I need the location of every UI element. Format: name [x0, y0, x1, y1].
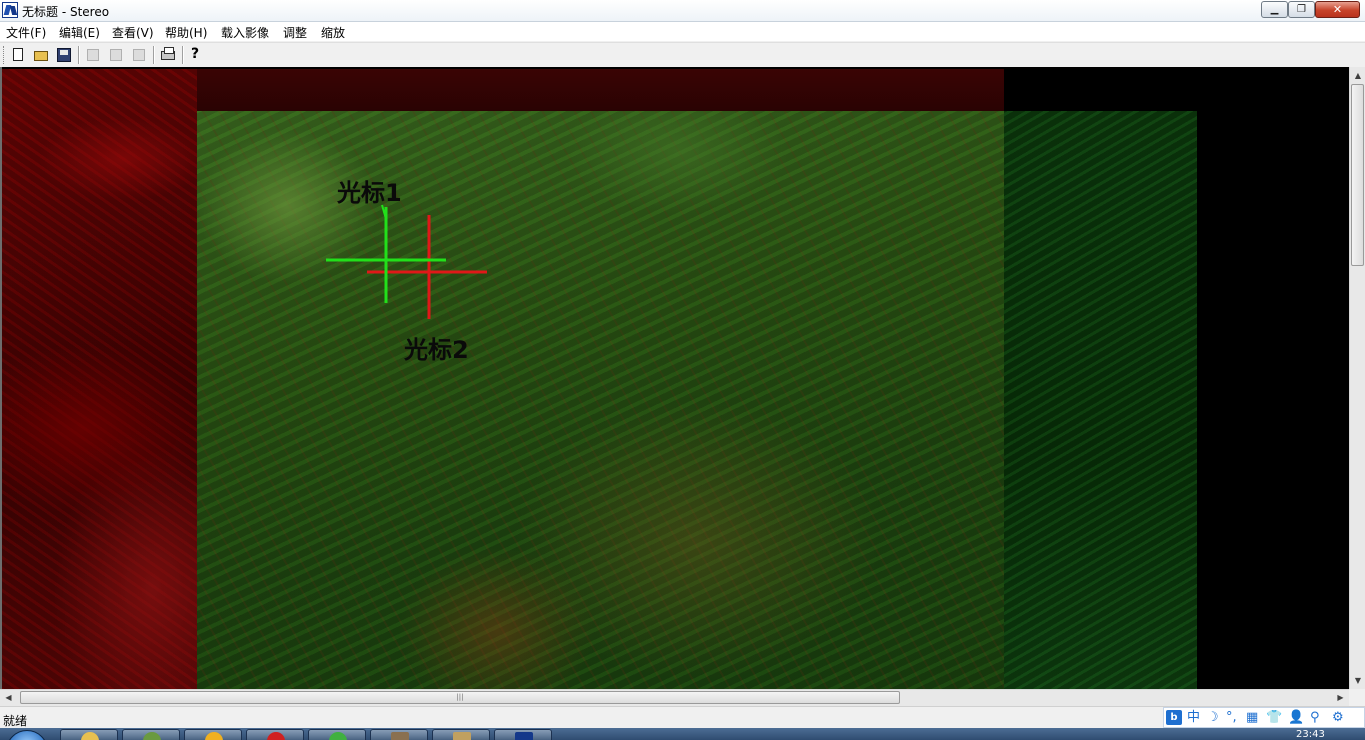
scissors-cut-icon — [87, 49, 99, 61]
save-button[interactable] — [55, 46, 73, 64]
vertical-scroll-thumb[interactable] — [1351, 84, 1364, 266]
maximize-button[interactable]: ❐ — [1288, 1, 1315, 18]
menu-help[interactable]: 帮助(H) — [165, 24, 207, 41]
print-button[interactable] — [159, 46, 177, 64]
scroll-up-arrow-icon[interactable]: ▲ — [1350, 67, 1365, 84]
taskbar-button-app3[interactable] — [184, 729, 242, 740]
toolbar-grip[interactable] — [3, 46, 6, 64]
toolbar-separator — [78, 46, 80, 64]
copy-icon — [110, 49, 122, 61]
printer-icon — [161, 47, 175, 60]
status-bar: 就绪 b 中 ☽ °, ▦ 👕 👤 ⚲ ⚙ — [0, 706, 1365, 728]
horizontal-scrollbar[interactable]: ◀ ||| ▶ — [0, 689, 1349, 706]
taskbar-button-app6[interactable] — [370, 729, 428, 740]
title-bar: 无标题 - Stereo ▁ ❐ ✕ — [0, 0, 1365, 22]
media-player-icon — [143, 732, 161, 740]
ime-logo-icon[interactable]: b — [1166, 710, 1182, 725]
menu-load-image[interactable]: 载入影像 — [221, 24, 269, 41]
open-button[interactable] — [32, 46, 50, 64]
stereo-view[interactable]: 光标1 光标2 — [0, 67, 1349, 689]
taskbar-button-stereo[interactable] — [494, 729, 552, 740]
ime-user-icon[interactable]: 👤 — [1288, 710, 1304, 726]
menu-view[interactable]: 查看(V) — [112, 24, 154, 41]
menu-file[interactable]: 文件(F) — [6, 24, 46, 41]
minimize-button[interactable]: ▁ — [1261, 1, 1288, 18]
start-orb-icon[interactable] — [6, 730, 48, 740]
toolbar-separator — [182, 46, 184, 64]
app-icon — [453, 732, 471, 740]
scroll-down-arrow-icon[interactable]: ▼ — [1350, 672, 1365, 689]
taskbar-button-app4[interactable] — [246, 729, 304, 740]
windows-taskbar: 23:43 — [0, 728, 1365, 740]
taskbar-clock[interactable]: 23:43 — [1296, 729, 1325, 740]
horizontal-scroll-thumb[interactable]: ||| — [20, 691, 900, 704]
menu-zoom[interactable]: 缩放 — [321, 24, 345, 41]
cut-button[interactable] — [84, 46, 102, 64]
scroll-right-arrow-icon[interactable]: ▶ — [1332, 690, 1349, 706]
close-button[interactable]: ✕ — [1315, 1, 1360, 18]
floppy-save-icon — [57, 48, 71, 62]
scroll-left-arrow-icon[interactable]: ◀ — [0, 690, 17, 706]
ime-search-icon[interactable]: ⚲ — [1310, 710, 1320, 726]
paste-button[interactable] — [130, 46, 148, 64]
ime-keyboard-icon[interactable]: ▦ — [1246, 710, 1258, 726]
copy-button[interactable] — [107, 46, 125, 64]
window-title: 无标题 - Stereo — [22, 5, 110, 19]
folder-icon — [81, 732, 99, 740]
app-icon — [391, 732, 409, 740]
menu-edit[interactable]: 编辑(E) — [59, 24, 100, 41]
status-text: 就绪 — [3, 714, 28, 728]
taskbar-button-app5[interactable] — [308, 729, 366, 740]
help-question-icon: ? — [191, 46, 200, 62]
ime-skin-shirt-icon[interactable]: 👕 — [1266, 710, 1282, 726]
toolbar-separator — [153, 46, 155, 64]
taskbar-button-media[interactable] — [122, 729, 180, 740]
folder-open-icon — [34, 51, 48, 61]
scrollbar-corner — [1349, 689, 1365, 706]
stereo-app-icon — [515, 732, 533, 740]
vertical-scrollbar[interactable]: ▲ ▼ — [1349, 67, 1365, 689]
ime-toolbar[interactable]: b 中 ☽ °, ▦ 👕 👤 ⚲ ⚙ — [1163, 707, 1365, 728]
taskbar-button-app7[interactable] — [432, 729, 490, 740]
menu-adjust[interactable]: 调整 — [283, 24, 307, 41]
new-file-button[interactable] — [9, 46, 27, 64]
stereo-cursors[interactable] — [302, 197, 502, 327]
paste-icon — [133, 49, 145, 61]
ime-settings-gear-icon[interactable]: ⚙ — [1332, 710, 1344, 726]
menu-bar: 文件(F) 编辑(E) 查看(V) 帮助(H) 载入影像 调整 缩放 — [0, 22, 1365, 41]
taskbar-button-explorer[interactable] — [60, 729, 118, 740]
app-icon — [205, 732, 223, 740]
app-icon — [329, 732, 347, 740]
left-image-top-strip — [197, 69, 1004, 111]
ime-mode-chinese[interactable]: 中 — [1187, 710, 1200, 726]
stereo-app-icon[interactable] — [2, 2, 18, 18]
new-file-icon — [13, 48, 23, 61]
toolbar: ? — [0, 42, 1365, 68]
ime-punctuation-icon[interactable]: °, — [1226, 710, 1237, 726]
ime-halfwidth-moon-icon[interactable]: ☽ — [1207, 710, 1219, 726]
app-icon — [267, 732, 285, 740]
cursor2-label: 光标2 — [404, 336, 469, 364]
right-image-dark-strip — [1004, 111, 1197, 689]
about-button[interactable]: ? — [188, 46, 206, 64]
